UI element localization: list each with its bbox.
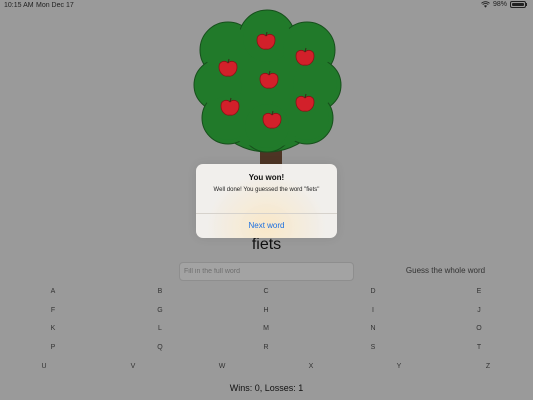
letter-key[interactable]: J xyxy=(467,307,491,314)
letter-key[interactable]: G xyxy=(148,307,172,314)
full-word-input[interactable] xyxy=(179,262,354,281)
letter-key[interactable]: L xyxy=(148,325,172,332)
letter-key[interactable]: E xyxy=(467,288,491,295)
letter-key[interactable]: Y xyxy=(387,363,411,370)
score-label: Wins: 0, Losses: 1 xyxy=(229,383,304,393)
guess-whole-word-button[interactable]: Guess the whole word xyxy=(388,266,503,275)
letter-key[interactable]: V xyxy=(121,363,145,370)
letter-key[interactable]: D xyxy=(361,288,385,295)
letter-key[interactable]: B xyxy=(148,288,172,295)
letter-key[interactable]: K xyxy=(41,325,65,332)
apple xyxy=(295,47,315,66)
win-alert-dialog: You won! Well done! You guessed the word… xyxy=(196,164,337,238)
apple xyxy=(218,58,238,77)
letter-key[interactable]: I xyxy=(361,307,385,314)
apple xyxy=(220,97,240,116)
letter-key[interactable]: Q xyxy=(148,344,172,351)
letter-key[interactable]: A xyxy=(41,288,65,295)
letter-key[interactable]: U xyxy=(32,363,56,370)
apple xyxy=(262,110,282,129)
letter-key[interactable]: S xyxy=(361,344,385,351)
current-word: fiets xyxy=(251,236,282,253)
apple xyxy=(256,31,276,50)
letter-key[interactable]: C xyxy=(254,288,278,295)
next-word-button[interactable]: Next word xyxy=(196,214,337,238)
letter-key[interactable]: O xyxy=(467,325,491,332)
apple-tree xyxy=(193,9,342,180)
letter-key[interactable]: X xyxy=(299,363,323,370)
letter-key[interactable]: W xyxy=(210,363,234,370)
letter-key[interactable]: H xyxy=(254,307,278,314)
apple xyxy=(259,70,279,89)
letter-key[interactable]: Z xyxy=(476,363,500,370)
letter-key[interactable]: N xyxy=(361,325,385,332)
letter-key[interactable]: M xyxy=(254,325,278,332)
letter-key[interactable]: F xyxy=(41,307,65,314)
alert-message: Well done! You guessed the word "fiets" xyxy=(213,187,320,193)
letter-key[interactable]: P xyxy=(41,344,65,351)
letter-key[interactable]: T xyxy=(467,344,491,351)
apple xyxy=(295,93,315,112)
letter-key[interactable]: R xyxy=(254,344,278,351)
alert-title: You won! xyxy=(248,173,285,182)
